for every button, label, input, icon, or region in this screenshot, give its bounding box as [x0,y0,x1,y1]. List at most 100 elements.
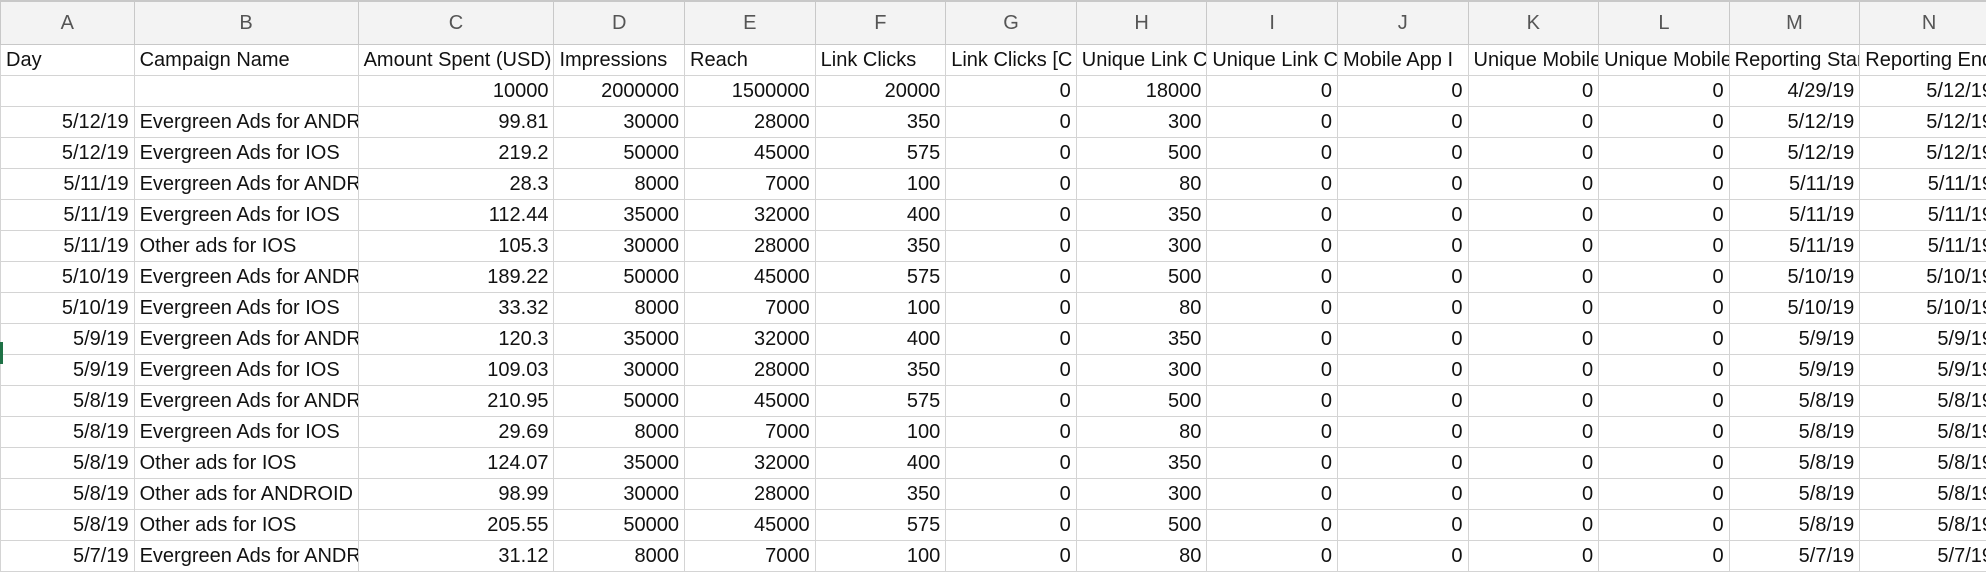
cell-b-16[interactable]: Other ads for IOS [133,509,359,541]
cell-d-4[interactable]: 50000 [553,137,686,169]
column-header-m[interactable]: M [1728,0,1861,45]
cell-b-9[interactable]: Evergreen Ads for IOS [133,292,359,324]
cell-header-unique-mobile-2[interactable]: Unique Mobile [1598,44,1730,76]
cell-k-6[interactable]: 0 [1467,199,1600,231]
cell-j-2[interactable]: 0 [1336,75,1469,107]
cell-c-9[interactable]: 33.32 [357,292,555,324]
cell-g-14[interactable]: 0 [945,447,1077,479]
cell-d-11[interactable]: 30000 [553,354,686,386]
cell-f-11[interactable]: 350 [814,354,947,386]
cell-c-14[interactable]: 124.07 [357,447,555,479]
cell-g-5[interactable]: 0 [945,168,1077,200]
cell-header-reach[interactable]: Reach [684,44,816,76]
cell-c-8[interactable]: 189.22 [357,261,555,293]
cell-e-4[interactable]: 45000 [684,137,816,169]
cell-l-11[interactable]: 0 [1598,354,1730,386]
cell-f-3[interactable]: 350 [814,106,947,138]
cell-h-2[interactable]: 18000 [1075,75,1208,107]
cell-c-16[interactable]: 205.55 [357,509,555,541]
cell-h-17[interactable]: 80 [1075,540,1208,572]
cell-b-17[interactable]: Evergreen Ads for ANDROID [133,540,359,572]
cell-a-8[interactable]: 5/10/19 [0,261,135,293]
cell-g-6[interactable]: 0 [945,199,1077,231]
cell-l-7[interactable]: 0 [1598,230,1730,262]
cell-d-15[interactable]: 30000 [553,478,686,510]
cell-j-3[interactable]: 0 [1336,106,1469,138]
cell-c-6[interactable]: 112.44 [357,199,555,231]
cell-d-10[interactable]: 35000 [553,323,686,355]
column-header-n[interactable]: N [1859,0,1986,45]
column-header-g[interactable]: G [945,0,1077,45]
cell-header-link-clicks-c[interactable]: Link Clicks [C [945,44,1077,76]
cell-a-16[interactable]: 5/8/19 [0,509,135,541]
cell-b-13[interactable]: Evergreen Ads for IOS [133,416,359,448]
cell-l-10[interactable]: 0 [1598,323,1730,355]
cell-m-11[interactable]: 5/9/19 [1728,354,1861,386]
cell-i-12[interactable]: 0 [1206,385,1338,417]
cell-k-7[interactable]: 0 [1467,230,1600,262]
cell-f-12[interactable]: 575 [814,385,947,417]
cell-header-mobile-app[interactable]: Mobile App I [1336,44,1469,76]
cell-d-14[interactable]: 35000 [553,447,686,479]
cell-e-2[interactable]: 1500000 [684,75,816,107]
cell-f-16[interactable]: 575 [814,509,947,541]
column-header-d[interactable]: D [553,0,686,45]
cell-header-reporting-starts[interactable]: Reporting Starts [1728,44,1861,76]
cell-d-16[interactable]: 50000 [553,509,686,541]
cell-i-11[interactable]: 0 [1206,354,1338,386]
cell-h-4[interactable]: 500 [1075,137,1208,169]
cell-b-3[interactable]: Evergreen Ads for ANDROID [133,106,359,138]
cell-e-12[interactable]: 45000 [684,385,816,417]
cell-m-15[interactable]: 5/8/19 [1728,478,1861,510]
cell-c-4[interactable]: 219.2 [357,137,555,169]
cell-m-7[interactable]: 5/11/19 [1728,230,1861,262]
cell-header-unique-mobile[interactable]: Unique Mobile [1467,44,1600,76]
cell-k-16[interactable]: 0 [1467,509,1600,541]
cell-n-9[interactable]: 5/10/19 [1859,292,1986,324]
cell-header-campaign-name[interactable]: Campaign Name [133,44,359,76]
cell-b-8[interactable]: Evergreen Ads for ANDROID [133,261,359,293]
cell-k-17[interactable]: 0 [1467,540,1600,572]
cell-i-15[interactable]: 0 [1206,478,1338,510]
cell-h-3[interactable]: 300 [1075,106,1208,138]
cell-l-14[interactable]: 0 [1598,447,1730,479]
cell-h-11[interactable]: 300 [1075,354,1208,386]
cell-k-13[interactable]: 0 [1467,416,1600,448]
cell-a-7[interactable]: 5/11/19 [0,230,135,262]
cell-e-17[interactable]: 7000 [684,540,816,572]
cell-i-4[interactable]: 0 [1206,137,1338,169]
cell-l-15[interactable]: 0 [1598,478,1730,510]
cell-b-15[interactable]: Other ads for ANDROID [133,478,359,510]
cell-l-12[interactable]: 0 [1598,385,1730,417]
cell-c-13[interactable]: 29.69 [357,416,555,448]
cell-d-12[interactable]: 50000 [553,385,686,417]
cell-l-3[interactable]: 0 [1598,106,1730,138]
cell-j-11[interactable]: 0 [1336,354,1469,386]
cell-h-6[interactable]: 350 [1075,199,1208,231]
cell-e-11[interactable]: 28000 [684,354,816,386]
cell-a-12[interactable]: 5/8/19 [0,385,135,417]
cell-f-13[interactable]: 100 [814,416,947,448]
cell-g-13[interactable]: 0 [945,416,1077,448]
cell-c-3[interactable]: 99.81 [357,106,555,138]
cell-c-10[interactable]: 120.3 [357,323,555,355]
cell-f-15[interactable]: 350 [814,478,947,510]
cell-header-amount-spent[interactable]: Amount Spent (USD) [357,44,555,76]
column-header-e[interactable]: E [684,0,816,45]
cell-d-9[interactable]: 8000 [553,292,686,324]
cell-i-9[interactable]: 0 [1206,292,1338,324]
cell-i-7[interactable]: 0 [1206,230,1338,262]
cell-m-16[interactable]: 5/8/19 [1728,509,1861,541]
cell-j-5[interactable]: 0 [1336,168,1469,200]
cell-h-16[interactable]: 500 [1075,509,1208,541]
cell-header-unique-link-clicks[interactable]: Unique Link Clicks [1075,44,1208,76]
cell-header-reporting-ends[interactable]: Reporting Ends [1859,44,1986,76]
cell-f-7[interactable]: 350 [814,230,947,262]
cell-b-2[interactable] [133,75,359,107]
cell-j-7[interactable]: 0 [1336,230,1469,262]
cell-c-2[interactable]: 10000 [357,75,555,107]
cell-m-8[interactable]: 5/10/19 [1728,261,1861,293]
cell-header-day[interactable]: Day [0,44,135,76]
cell-a-11[interactable]: 5/9/19 [0,354,135,386]
cell-h-10[interactable]: 350 [1075,323,1208,355]
